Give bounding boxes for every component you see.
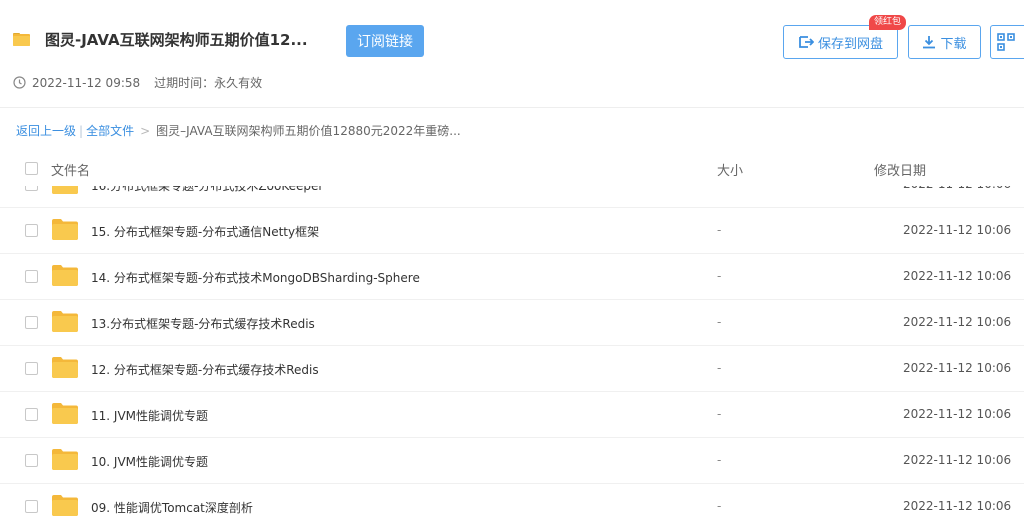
share-header: 图灵-JAVA互联网架构师五期价值12... 订阅链接 保存到网盘 领红包 下载 (0, 15, 1024, 64)
download-icon (923, 36, 936, 49)
file-date: 2022-11-12 10:06 (903, 223, 1012, 237)
file-size: - (717, 499, 722, 513)
save-to-disk-icon (799, 36, 814, 48)
column-header-size[interactable]: 大小 (717, 160, 743, 179)
subscribe-link-button[interactable]: 订阅链接 (346, 25, 424, 57)
row-checkbox[interactable] (25, 408, 38, 421)
breadcrumb: 返回上一级 | 全部文件 > 图灵–JAVA互联网架构师五期价值12880元2022年重… (16, 122, 461, 139)
header-divider (0, 107, 1024, 108)
file-row[interactable]: 09. 性能调优Tomcat深度剖析 - 2022-11-12 10:06 (0, 484, 1024, 525)
folder-icon (52, 403, 78, 424)
file-date: 2022-11-12 10:06 (903, 315, 1012, 329)
file-name[interactable]: 15. 分布式框架专题-分布式通信Netty框架 (91, 223, 319, 240)
breadcrumb-separator: | (79, 124, 84, 138)
folder-icon (52, 311, 78, 332)
red-packet-badge[interactable]: 领红包 (869, 15, 907, 30)
file-date: 2022-11-12 10:06 (903, 453, 1012, 467)
file-name[interactable]: 16.分布式框架专题-分布式技术ZooKeeper (91, 186, 323, 194)
back-link[interactable]: 返回上一级 (16, 124, 76, 138)
save-to-disk-button[interactable]: 保存到网盘 (783, 25, 898, 59)
file-name[interactable]: 12. 分布式框架专题-分布式缓存技术Redis (91, 361, 319, 378)
row-checkbox[interactable] (25, 186, 38, 191)
file-row[interactable]: 14. 分布式框架专题-分布式技术MongoDBSharding-Sphere … (0, 254, 1024, 300)
folder-icon (13, 33, 30, 46)
row-checkbox[interactable] (25, 362, 38, 375)
row-checkbox[interactable] (25, 316, 38, 329)
file-size: - (717, 186, 721, 191)
file-date: 2022-11-12 10:06 (903, 269, 1012, 283)
file-row[interactable]: 12. 分布式框架专题-分布式缓存技术Redis - 2022-11-12 10… (0, 346, 1024, 392)
select-all-checkbox[interactable] (25, 162, 38, 175)
folder-icon (52, 357, 78, 378)
folder-icon (52, 495, 78, 516)
share-title: 图灵-JAVA互联网架构师五期价值12... (45, 31, 308, 49)
column-header-date[interactable]: 修改日期 (874, 160, 926, 179)
folder-icon (52, 265, 78, 286)
expire-time: 过期时间：永久有效 (154, 76, 263, 90)
share-page: 图灵-JAVA互联网架构师五期价值12... 订阅链接 保存到网盘 领红包 下载 (0, 0, 1024, 525)
file-list-rows: 16.分布式框架专题-分布式技术ZooKeeper - 2022-11-12 1… (0, 186, 1024, 525)
folder-icon (52, 219, 78, 240)
clock-icon (13, 76, 26, 89)
file-row[interactable]: 16.分布式框架专题-分布式技术ZooKeeper - 2022-11-12 1… (0, 186, 1024, 208)
file-size: - (717, 361, 722, 375)
file-date: 2022-11-12 10:06 (903, 407, 1012, 421)
column-header-name[interactable]: 文件名 (51, 160, 90, 179)
file-size: - (717, 223, 722, 237)
download-label: 下载 (940, 36, 967, 52)
row-checkbox[interactable] (25, 270, 38, 283)
folder-icon (52, 449, 78, 470)
current-folder: 图灵–JAVA互联网架构师五期价值12880元2022年重磅... (156, 124, 461, 138)
row-checkbox[interactable] (25, 224, 38, 237)
file-size: - (717, 453, 722, 467)
row-checkbox[interactable] (25, 500, 38, 513)
file-row[interactable]: 15. 分布式框架专题-分布式通信Netty框架 - 2022-11-12 10… (0, 208, 1024, 254)
file-date: 2022-11-12 10:06 (903, 361, 1012, 375)
file-name[interactable]: 14. 分布式框架专题-分布式技术MongoDBSharding-Sphere (91, 269, 420, 286)
file-date: 2022-11-12 10:06 (903, 499, 1012, 513)
file-date: 2022-11-12 10:06 (903, 186, 1011, 191)
download-button[interactable]: 下载 (908, 25, 981, 59)
share-date: 2022-11-12 09:58 (32, 75, 141, 90)
save-to-disk-label: 保存到网盘 (817, 36, 883, 52)
row-checkbox[interactable] (25, 454, 38, 467)
file-name[interactable]: 10. JVM性能调优专题 (91, 453, 208, 470)
breadcrumb-arrow: > (140, 124, 151, 138)
file-row[interactable]: 13.分布式框架专题-分布式缓存技术Redis - 2022-11-12 10:… (0, 300, 1024, 346)
file-size: - (717, 269, 722, 283)
folder-icon (52, 186, 78, 194)
file-name[interactable]: 13.分布式框架专题-分布式缓存技术Redis (91, 315, 315, 332)
qr-code-icon (997, 33, 1015, 51)
file-name[interactable]: 11. JVM性能调优专题 (91, 407, 208, 424)
file-size: - (717, 315, 722, 329)
share-meta: 2022-11-12 09:58 过期时间：永久有效 (13, 74, 262, 91)
file-list-header: 文件名 大小 修改日期 (0, 152, 1024, 186)
file-list[interactable]: 16.分布式框架专题-分布式技术ZooKeeper - 2022-11-12 1… (0, 186, 1024, 525)
file-row[interactable]: 11. JVM性能调优专题 - 2022-11-12 10:06 (0, 392, 1024, 438)
file-name[interactable]: 09. 性能调优Tomcat深度剖析 (91, 499, 253, 516)
file-row[interactable]: 10. JVM性能调优专题 - 2022-11-12 10:06 (0, 438, 1024, 484)
qr-code-button[interactable] (990, 25, 1024, 59)
all-files-link[interactable]: 全部文件 (86, 124, 134, 138)
file-size: - (717, 407, 722, 421)
